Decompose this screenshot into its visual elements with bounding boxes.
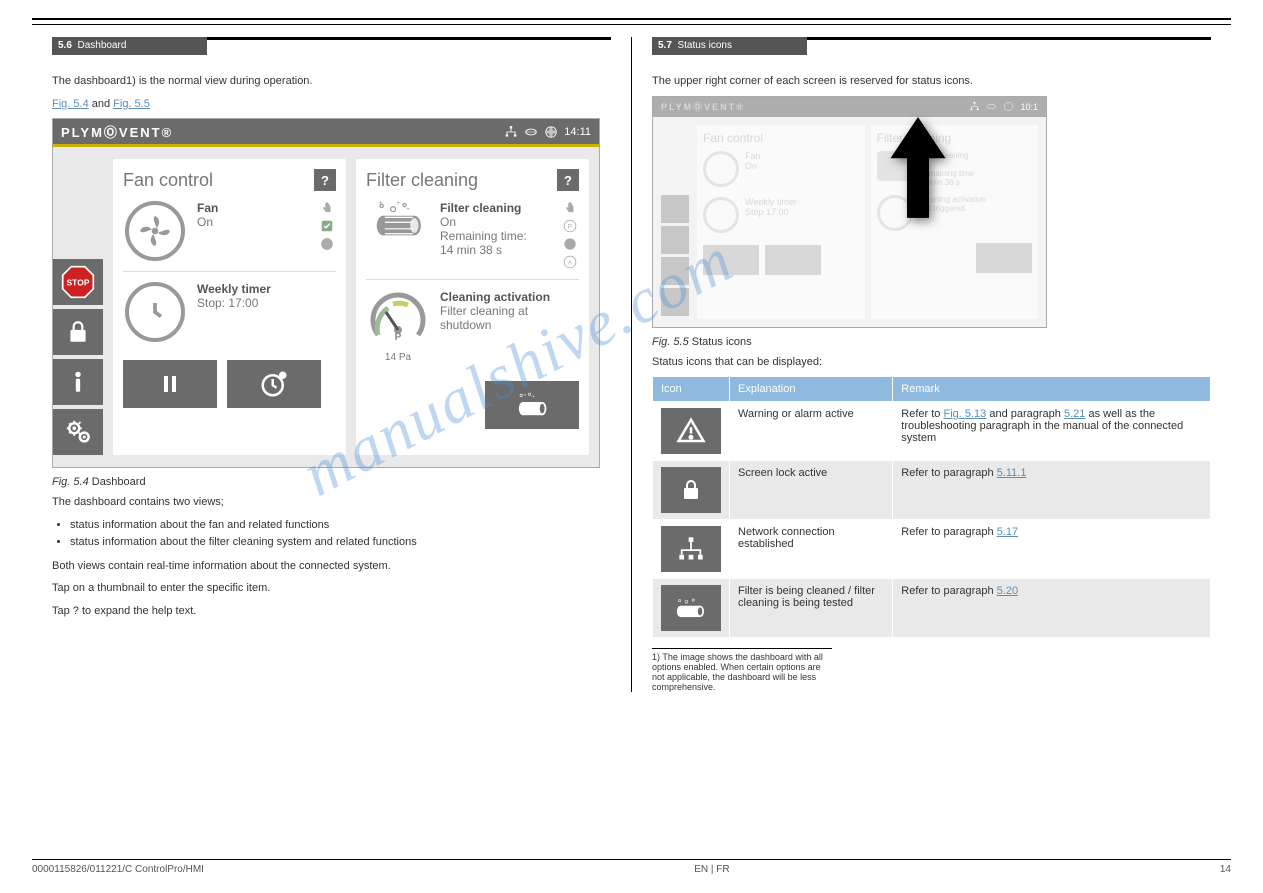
- icons-intro: Status icons that can be displayed:: [652, 354, 1211, 371]
- row-remark: Refer to paragraph 5.17: [893, 520, 1211, 579]
- network-icon: [504, 125, 518, 139]
- clean-now-button[interactable]: + +: [485, 381, 579, 429]
- fig-caption: Dashboard: [89, 476, 146, 488]
- row-explanation: Filter is being cleaned / filter cleanin…: [730, 579, 893, 638]
- filter-cleaning-panel: Filter cleaning ? + + +: [356, 159, 589, 455]
- timer-settings-button[interactable]: [227, 360, 321, 408]
- status-icons-table: Icon Explanation Remark Warning or alarm…: [652, 376, 1211, 638]
- footer-page: 14: [1220, 864, 1231, 875]
- pause-button[interactable]: [123, 360, 217, 408]
- footer-lang: EN | FR: [694, 864, 729, 875]
- stop-button[interactable]: STOP: [53, 259, 103, 305]
- gauge-value: 14 Pa: [385, 352, 411, 363]
- help-button[interactable]: ?: [557, 169, 579, 191]
- svg-text:A: A: [568, 259, 573, 266]
- svg-text:+: +: [396, 201, 400, 207]
- filter-icon[interactable]: + + +: [366, 201, 430, 237]
- cleaning-icon: [524, 125, 538, 139]
- fan-status-icon: [544, 125, 558, 139]
- fan-value: On: [197, 215, 308, 229]
- section-bar: 5.7 Status icons: [652, 37, 807, 55]
- row-explanation: Network connection established: [730, 520, 893, 579]
- fig-link-a[interactable]: Fig. 5.4: [52, 98, 89, 110]
- fig-caption-r: Status icons: [689, 336, 752, 348]
- network-icon: [661, 526, 721, 572]
- fc-label: Filter cleaning: [440, 201, 551, 215]
- hmi-dashboard: PLYMⓄVENT® 14:11 STOP: [52, 118, 600, 468]
- fc-remain-lbl: Remaining time:: [440, 229, 551, 243]
- warning-icon: [661, 408, 721, 454]
- info-button[interactable]: [53, 359, 103, 405]
- timer-label: Weekly timer: [197, 282, 336, 296]
- fig-caption-no: Fig. 5.4: [52, 476, 89, 488]
- fig-caption-no-r: Fig. 5.5: [652, 336, 689, 348]
- row-remark: Refer to Fig. 5.13 and paragraph 5.21 as…: [893, 402, 1211, 461]
- fan-control-panel: Fan control ? Fan On: [113, 159, 346, 455]
- hand-icon: [320, 201, 334, 215]
- fig-link-b[interactable]: Fig. 5.5: [113, 98, 150, 110]
- clock-icon[interactable]: [125, 282, 185, 342]
- clock-time: 14:11: [564, 126, 591, 138]
- svg-text:P: P: [395, 332, 402, 343]
- tap2-text: Tap ? to expand the help text.: [52, 603, 611, 620]
- clock-mini-icon: [320, 237, 334, 251]
- tap1-text: Tap on a thumbnail to enter the specific…: [52, 580, 611, 597]
- p-badge-icon: P: [563, 219, 577, 233]
- ca-label: Cleaning activation: [440, 290, 579, 304]
- help-button[interactable]: ?: [314, 169, 336, 191]
- fc-on: On: [440, 215, 551, 229]
- section-bar: 5.6 Dashboard: [52, 37, 207, 55]
- views-list: status information about the fan and rel…: [52, 517, 611, 552]
- row-remark: Refer to paragraph 5.11.1: [893, 461, 1211, 520]
- cleaning-row-icon: [661, 585, 721, 631]
- fan-label: Fan: [197, 201, 308, 215]
- row-explanation: Screen lock active: [730, 461, 893, 520]
- footnote: 1) The image shows the dashboard with al…: [652, 648, 832, 692]
- settings-button[interactable]: [53, 409, 103, 455]
- fan-icon[interactable]: [125, 201, 185, 261]
- footer-doc: 0000115826/011221/C ControlPro/HMI: [32, 864, 204, 875]
- brand-logo: PLYMⓄVENT®: [61, 122, 173, 141]
- row-explanation: Warning or alarm active: [730, 402, 893, 461]
- svg-text:STOP: STOP: [67, 277, 90, 287]
- fc-remain: 14 min 38 s: [440, 243, 551, 257]
- both-text: Both views contain real-time information…: [52, 558, 611, 575]
- intro-right: The upper right corner of each screen is…: [652, 73, 1211, 90]
- pointer-arrow-icon: [888, 117, 948, 232]
- row-remark: Refer to paragraph 5.20: [893, 579, 1211, 638]
- timer-value: Stop: 17:00: [197, 296, 336, 310]
- svg-text:P: P: [568, 223, 572, 230]
- check-icon: [320, 219, 334, 233]
- fan-panel-title: Fan control: [123, 170, 213, 191]
- svg-text:+: +: [524, 394, 527, 399]
- lock-button[interactable]: [53, 309, 103, 355]
- svg-text:+: +: [378, 201, 382, 206]
- ca-value2: shutdown: [440, 318, 579, 332]
- hand-icon: [563, 201, 577, 215]
- svg-text:+: +: [532, 395, 535, 400]
- filter-panel-title: Filter cleaning: [366, 170, 478, 191]
- svg-text:+: +: [406, 206, 410, 213]
- ca-value1: Filter cleaning at: [440, 304, 579, 318]
- gauge-icon[interactable]: P 14 Pa: [366, 290, 430, 363]
- a-badge-icon: A: [563, 255, 577, 269]
- lock-icon: [661, 467, 721, 513]
- views-intro: The dashboard contains two views;: [52, 494, 611, 511]
- status-icons-figure: PLYMⓄVENT® 10:1: [652, 96, 1047, 328]
- clock-mini-icon: [563, 237, 577, 251]
- intro-text: The dashboard1) is the normal view durin…: [52, 73, 611, 90]
